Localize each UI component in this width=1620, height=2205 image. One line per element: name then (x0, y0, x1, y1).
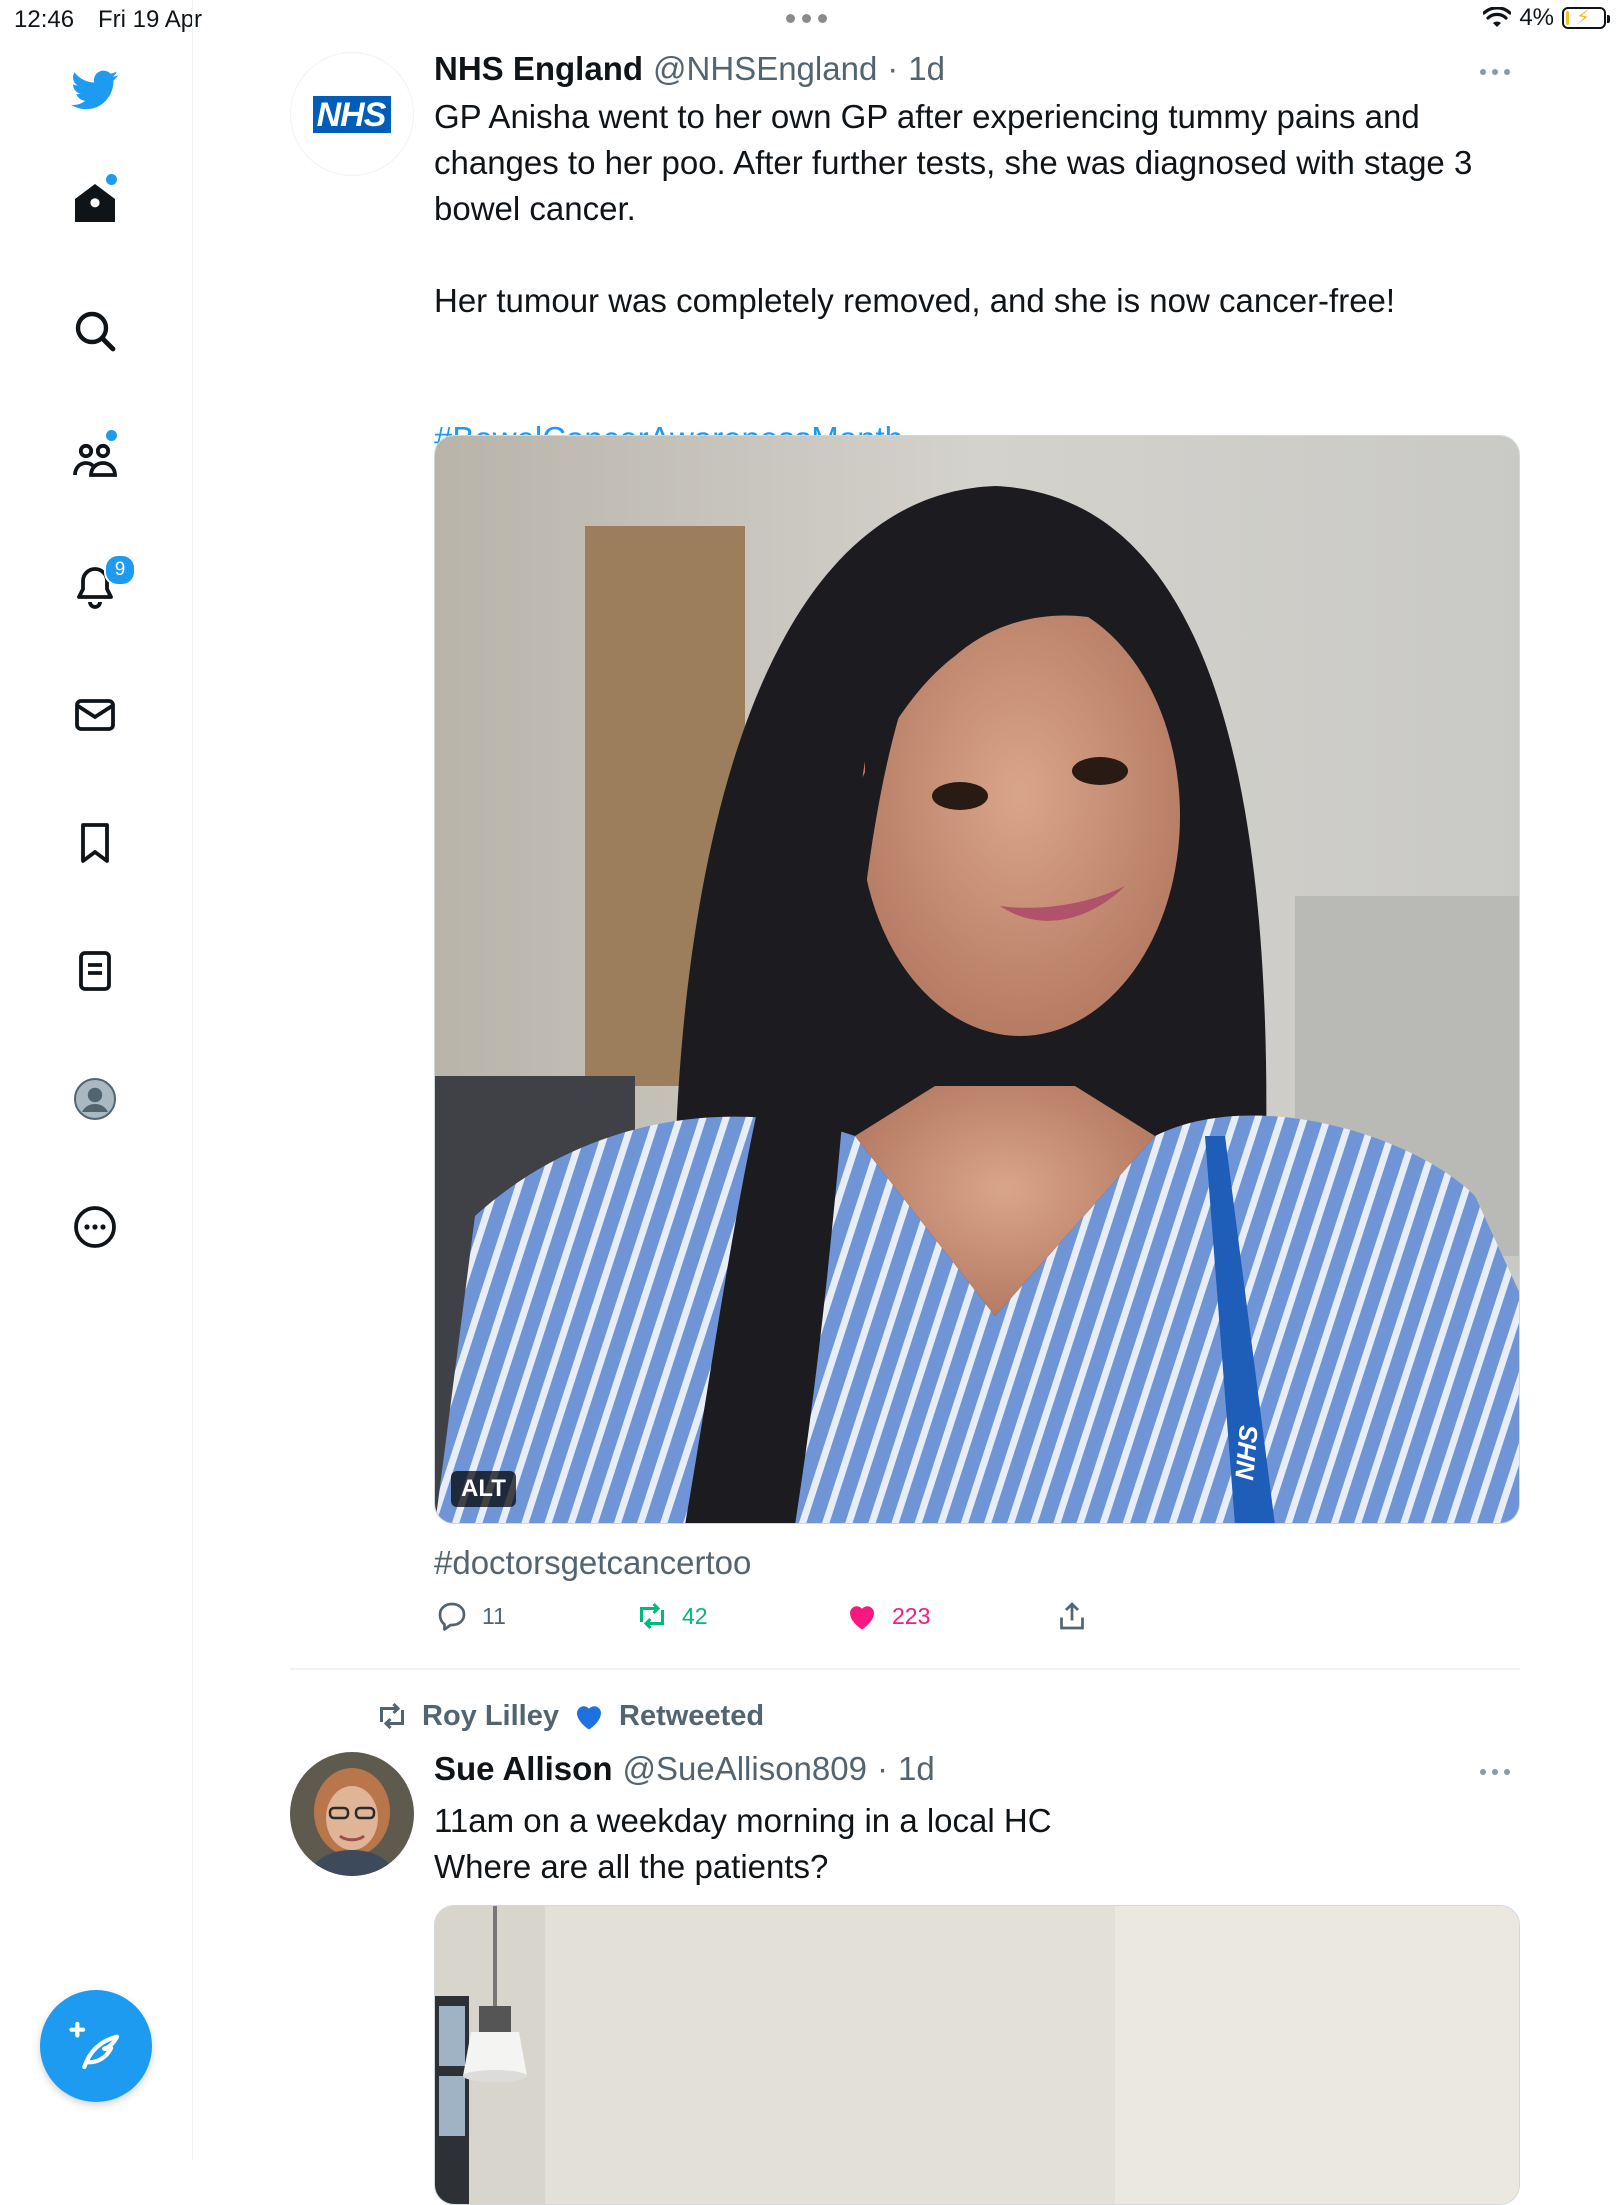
retweet-button[interactable]: 42 (634, 1598, 708, 1634)
sidebar-item-more[interactable] (60, 1192, 130, 1262)
retweet-count: 42 (682, 1602, 708, 1629)
twitter-bird-icon (71, 70, 119, 110)
sidebar-item-home[interactable] (60, 168, 130, 238)
author-name[interactable]: Sue Allison (434, 1750, 612, 1788)
profile-avatar-icon (74, 1078, 116, 1120)
messages-envelope-icon (75, 699, 115, 731)
sidebar-item-communities[interactable] (60, 424, 130, 494)
tweet-more-button[interactable] (1470, 62, 1520, 82)
share-button[interactable] (1054, 1598, 1090, 1634)
tweet-sue-allison[interactable]: Sue Allison @SueAllison809 · 1d 11am on … (290, 1750, 1520, 2205)
tweet-photo[interactable] (434, 1905, 1520, 2205)
share-icon (1060, 1602, 1084, 1630)
alt-text-badge[interactable]: ALT (451, 1471, 516, 1507)
tweet-more-button[interactable] (1470, 1762, 1520, 1782)
tweet-divider (290, 1668, 1520, 1670)
tweet-timestamp[interactable]: 1d (898, 1750, 935, 1788)
tweet-header: NHS England @NHSEngland · 1d (434, 50, 945, 94)
retweeter-name[interactable]: Roy Lilley (422, 1700, 559, 1733)
battery-percent: 4% (1519, 4, 1554, 31)
nhs-logo: NHS (312, 95, 392, 133)
tweet-text: 11am on a weekday morning in a local HC … (434, 1802, 1052, 1885)
portrait-photo: NHS (435, 436, 1519, 1523)
retweeted-label: Retweeted (619, 1699, 765, 1732)
heart-icon (850, 1606, 874, 1630)
like-button[interactable]: 223 (844, 1598, 930, 1634)
tweet-actions: 11 42 223 (434, 1598, 1134, 1638)
blue-heart-icon (577, 1706, 601, 1730)
like-count: 223 (892, 1602, 931, 1629)
author-handle[interactable]: @SueAllison809 (622, 1750, 867, 1788)
sidebar-nav: 9 (0, 0, 193, 2160)
status-bar: 12:46 Fri 19 Apr 4% ⚡ (0, 0, 1620, 40)
tweet-nhs-england[interactable]: NHS NHS England @NHSEngland · 1d GP Anis… (290, 50, 1520, 1670)
nhs-england-avatar[interactable]: NHS (290, 52, 414, 176)
sidebar-item-notifications[interactable]: 9 (60, 552, 136, 622)
sidebar-item-bookmarks[interactable] (60, 808, 130, 878)
sidebar-item-messages[interactable] (60, 680, 130, 750)
status-right: 4% ⚡ (1483, 4, 1610, 32)
battery-icon: ⚡ (1562, 7, 1610, 29)
sidebar-item-profile[interactable] (60, 1064, 130, 1134)
reply-icon (438, 1602, 466, 1631)
sidebar-item-twitter-logo[interactable] (60, 55, 130, 125)
header-separator: · (876, 1750, 888, 1787)
media-caption: #doctorsgetcancertoo (434, 1544, 752, 1581)
reply-button[interactable]: 11 (434, 1598, 506, 1634)
sidebar-item-lists[interactable] (60, 936, 130, 1006)
header-separator: · (887, 50, 899, 87)
bookmark-icon (81, 823, 109, 863)
wifi-icon (1483, 7, 1512, 27)
retweet-small-icon (380, 1702, 404, 1730)
compose-tweet-button[interactable] (40, 1990, 152, 2102)
retweeted-by-line[interactable]: Roy Lilley Retweeted (374, 1698, 764, 1734)
sue-allison-avatar[interactable] (290, 1752, 414, 1876)
more-circle-icon (74, 1206, 116, 1248)
author-name[interactable]: NHS England (434, 50, 643, 88)
multitasking-dots[interactable] (786, 14, 827, 23)
search-icon (75, 311, 116, 352)
room-photo (435, 1906, 1519, 2204)
notifications-badge: 9 (104, 554, 136, 586)
compose-tweet-icon (69, 2021, 120, 2070)
author-handle[interactable]: @NHSEngland (653, 50, 877, 88)
tweet-timestamp[interactable]: 1d (908, 50, 945, 88)
lists-icon (79, 951, 111, 991)
sidebar-item-explore[interactable] (60, 296, 130, 366)
tweet-text: GP Anisha went to her own GP after exper… (434, 98, 1473, 319)
tweet-photo[interactable]: NHS ALT (434, 435, 1520, 1524)
retweet-icon (640, 1602, 664, 1630)
tweet-header: Sue Allison @SueAllison809 · 1d (434, 1750, 935, 1794)
reply-count: 11 (482, 1602, 506, 1629)
lanyard-text: NHS (1229, 1424, 1264, 1482)
sue-allison-photo (290, 1752, 414, 1876)
